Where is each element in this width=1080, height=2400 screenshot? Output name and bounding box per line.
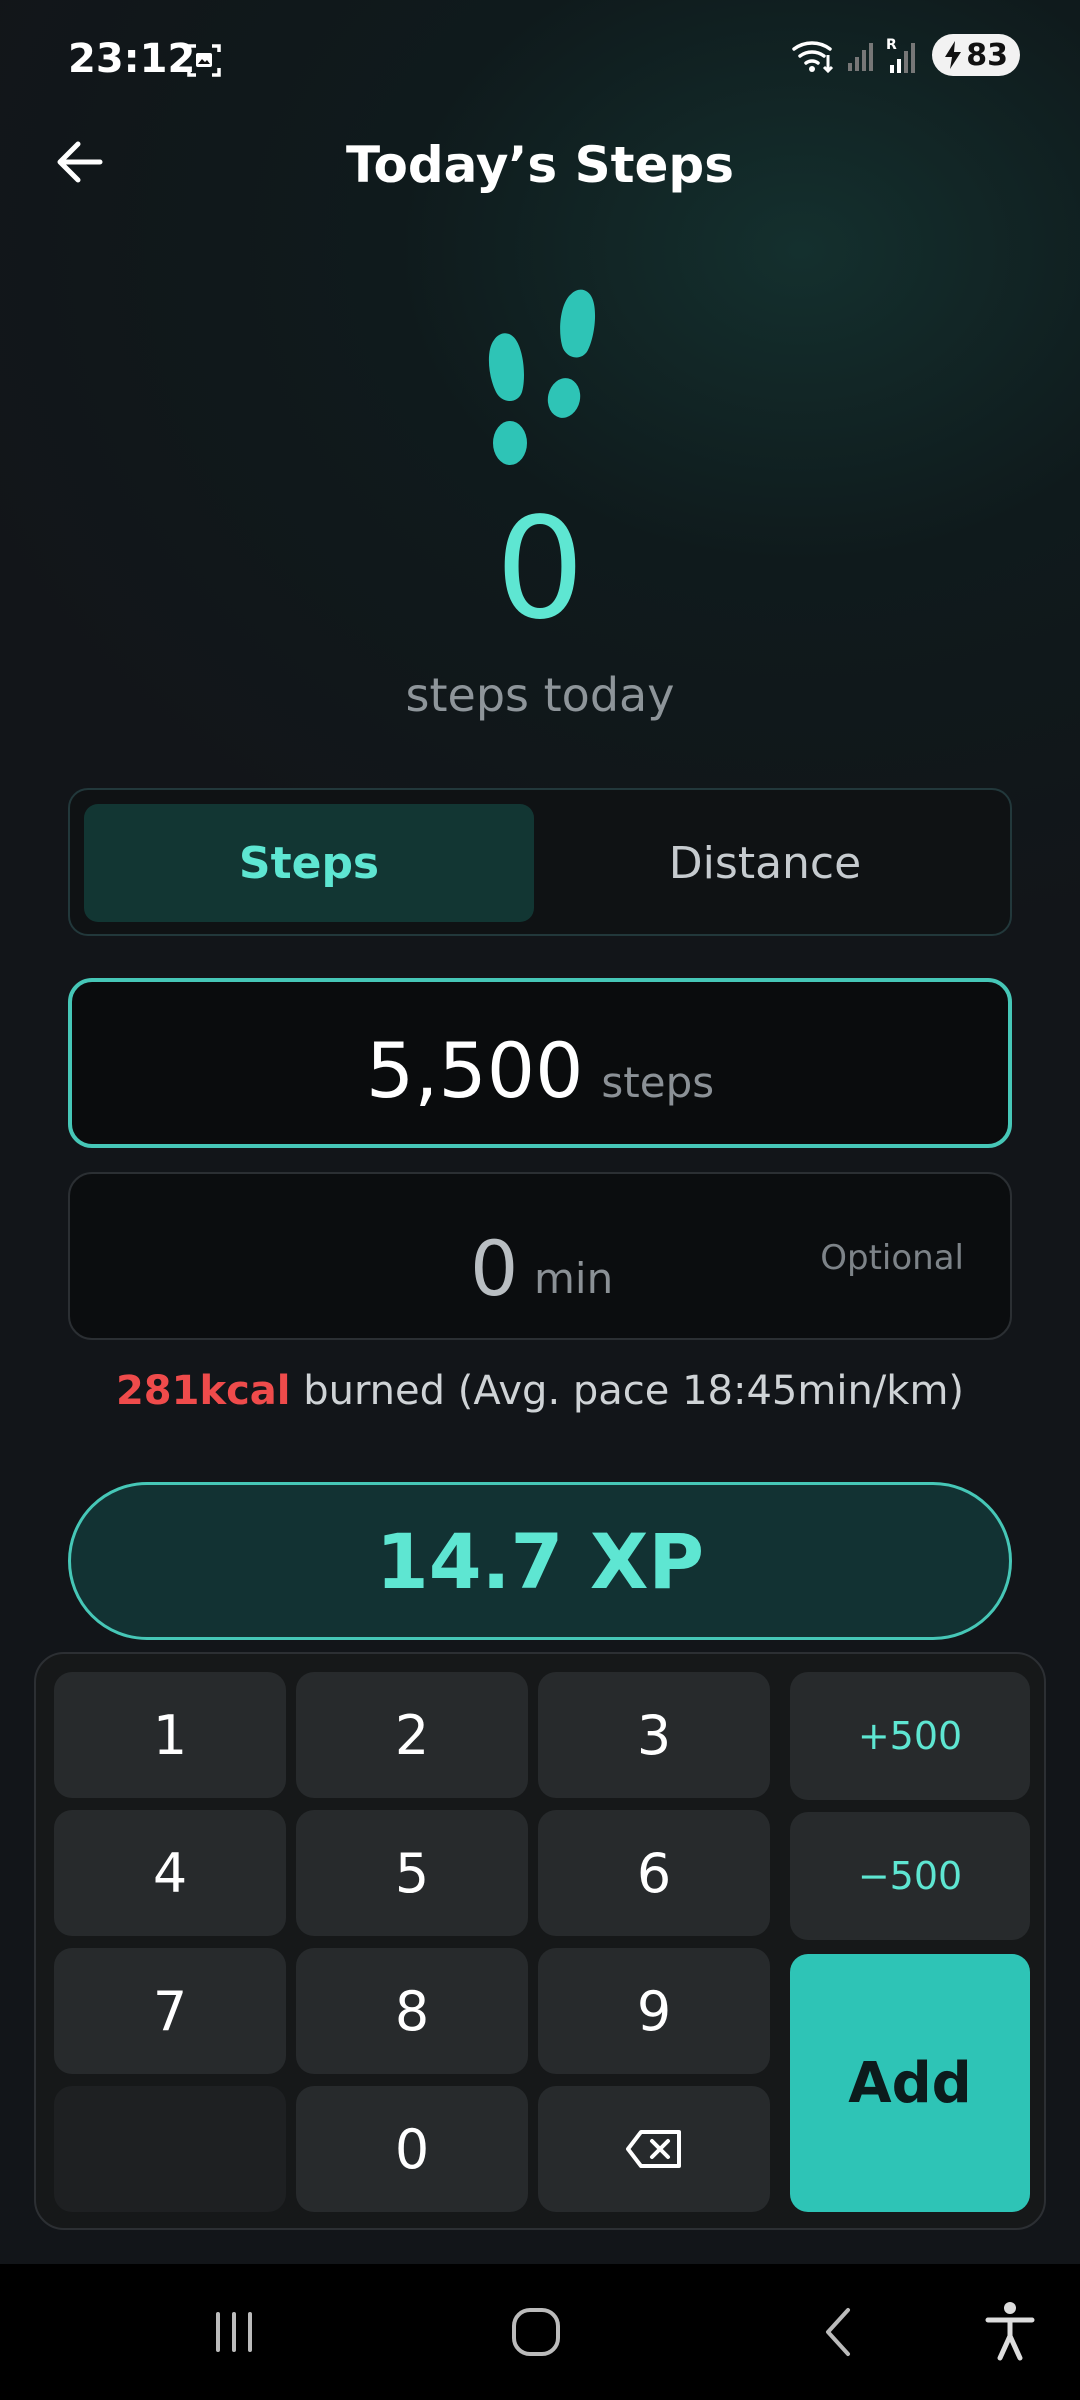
- page-title: Today’s Steps: [346, 136, 734, 194]
- key-6[interactable]: 6: [538, 1810, 770, 1936]
- minutes-optional-hint: Optional: [820, 1238, 964, 1278]
- screenshot-icon: [187, 44, 221, 77]
- recents-icon[interactable]: [194, 2294, 274, 2370]
- battery-level: 83: [966, 37, 1008, 73]
- nav-back-icon[interactable]: [800, 2294, 880, 2370]
- minus-500-button[interactable]: −500: [790, 1812, 1030, 1940]
- home-icon[interactable]: [496, 2294, 576, 2370]
- steps-input-unit: steps: [601, 1058, 715, 1107]
- number-keypad: 1 2 3 +500 4 5 6 −500 7 8 9 Add 0: [34, 1652, 1046, 2230]
- key-3[interactable]: 3: [538, 1672, 770, 1798]
- key-1[interactable]: 1: [54, 1672, 286, 1798]
- key-9[interactable]: 9: [538, 1948, 770, 2074]
- tab-distance[interactable]: Distance: [540, 804, 990, 922]
- charging-icon: [945, 41, 962, 69]
- minutes-input-unit: min: [534, 1254, 614, 1303]
- status-icons: R 83: [792, 34, 1020, 76]
- backspace-button[interactable]: [538, 2086, 770, 2212]
- calorie-summary: 281kcal burned (Avg. pace 18:45min/km): [0, 1368, 1080, 1414]
- key-7[interactable]: 7: [54, 1948, 286, 2074]
- xp-reward: 14.7 XP: [68, 1482, 1012, 1640]
- minutes-input-value: 0: [470, 1224, 519, 1313]
- steps-input[interactable]: 5,500 steps: [68, 978, 1012, 1148]
- footprints-icon: [488, 289, 596, 465]
- plus-500-button[interactable]: +500: [790, 1672, 1030, 1800]
- backspace-icon: [626, 2130, 681, 2168]
- key-8[interactable]: 8: [296, 1948, 528, 2074]
- tab-steps[interactable]: Steps: [84, 804, 534, 922]
- key-0[interactable]: 0: [296, 2086, 528, 2212]
- key-5[interactable]: 5: [296, 1810, 528, 1936]
- burned-label: burned: [290, 1368, 446, 1414]
- status-time: 23:12: [68, 36, 196, 82]
- key-2[interactable]: 2: [296, 1672, 528, 1798]
- mode-toggle: Steps Distance: [68, 788, 1012, 936]
- svg-text:R: R: [886, 37, 897, 53]
- minutes-input[interactable]: 0 min Optional: [68, 1172, 1012, 1340]
- key-blank: [54, 2086, 286, 2212]
- add-button[interactable]: Add: [790, 1954, 1030, 2212]
- system-nav-bar: [0, 2264, 1080, 2400]
- accessibility-icon[interactable]: [970, 2294, 1050, 2370]
- steps-input-value: 5,500: [365, 1026, 584, 1115]
- steps-today-count: 0: [495, 488, 585, 651]
- wifi-icon: [792, 41, 834, 74]
- signal-roaming-icon: R: [886, 37, 916, 73]
- key-4[interactable]: 4: [54, 1810, 286, 1936]
- kcal-value: 281kcal: [115, 1368, 291, 1414]
- steps-today-label: steps today: [405, 668, 675, 722]
- signal-icon: [848, 43, 874, 71]
- avg-pace: (Avg. pace 18:45min/km): [445, 1368, 965, 1414]
- battery-indicator: 83: [932, 34, 1020, 76]
